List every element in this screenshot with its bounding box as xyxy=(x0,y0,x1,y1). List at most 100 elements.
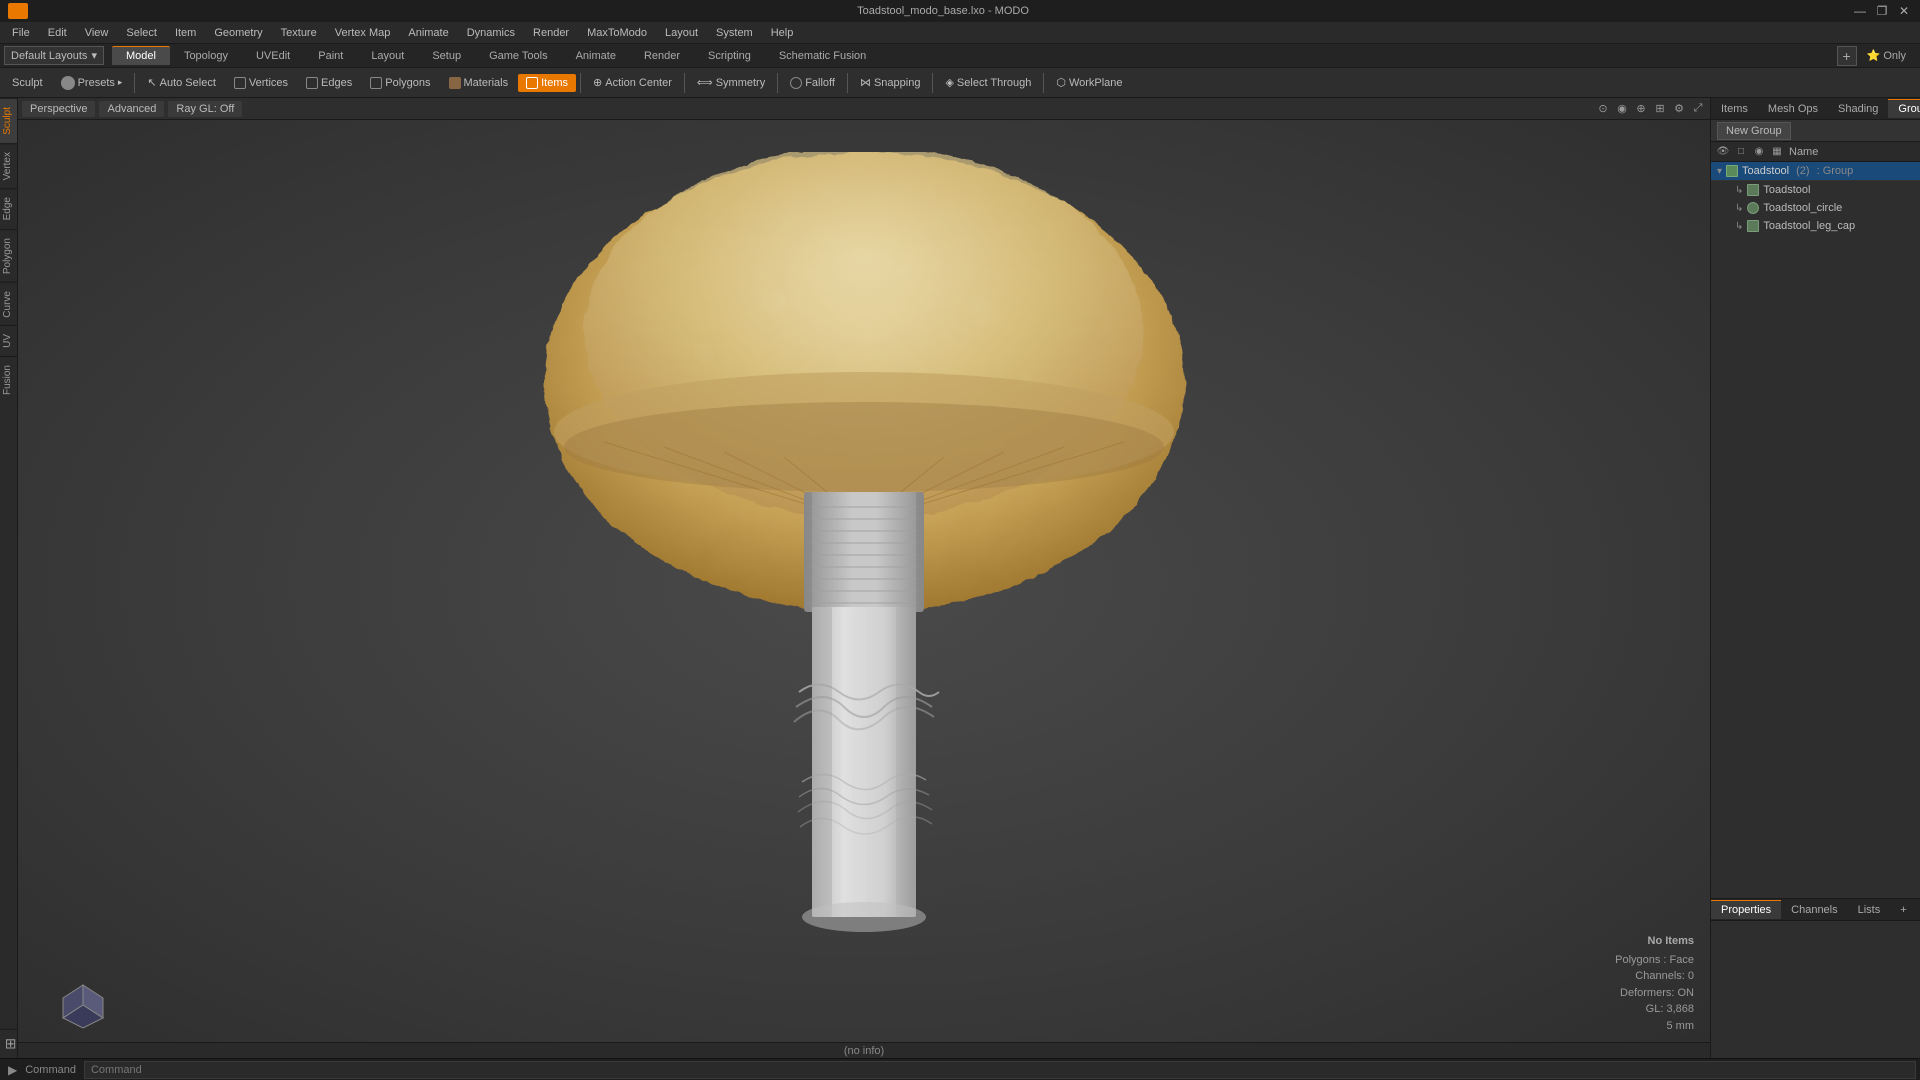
scene-list-name-col: Name xyxy=(1789,146,1916,158)
workplane-btn[interactable]: ⬡ WorkPlane xyxy=(1048,73,1130,92)
snapping-btn[interactable]: ⋈ Snapping xyxy=(852,73,929,92)
close-btn[interactable]: ✕ xyxy=(1896,4,1912,18)
rp-tab-meshops[interactable]: Mesh Ops xyxy=(1758,100,1828,118)
items-icon xyxy=(526,77,538,89)
new-group-button[interactable]: New Group xyxy=(1717,122,1791,140)
menu-item[interactable]: Item xyxy=(167,25,204,41)
tab-paint[interactable]: Paint xyxy=(304,47,357,65)
menu-animate[interactable]: Animate xyxy=(400,25,456,41)
scene-item-toadstool-leg-cap[interactable]: ↳ Toadstool_leg_cap xyxy=(1711,217,1920,235)
symmetry-btn[interactable]: ⟺ Symmetry xyxy=(689,73,773,92)
tab-render[interactable]: Render xyxy=(630,47,694,65)
edges-btn[interactable]: Edges xyxy=(298,74,360,92)
toolbar-sep-3 xyxy=(684,73,685,93)
minimize-btn[interactable]: — xyxy=(1852,4,1868,18)
rb-tab-properties[interactable]: Properties xyxy=(1711,900,1781,919)
tab-uvedit[interactable]: UVEdit xyxy=(242,47,304,65)
rb-tab-lists[interactable]: Lists xyxy=(1848,901,1891,919)
tab-model[interactable]: Model xyxy=(112,46,170,65)
rp-tab-groups[interactable]: Groups xyxy=(1888,99,1920,118)
layout-dropdown[interactable]: Default Layouts ▾ xyxy=(4,46,104,65)
left-tab-uv[interactable]: UV xyxy=(0,325,17,356)
tab-animate[interactable]: Animate xyxy=(562,47,630,65)
items-btn[interactable]: Items xyxy=(518,74,576,92)
materials-btn[interactable]: Materials xyxy=(441,74,517,92)
rb-tab-add[interactable]: + xyxy=(1890,901,1916,919)
menu-system[interactable]: System xyxy=(708,25,761,41)
command-input[interactable] xyxy=(84,1061,1916,1079)
scene-list-icon-eye[interactable]: 👁 xyxy=(1715,144,1731,160)
scene-item-toadstool-circle[interactable]: ↳ Toadstool_circle xyxy=(1711,199,1920,217)
viewport-icon-zoom[interactable]: ⊕ xyxy=(1633,101,1649,117)
stats-overlay: No Items Polygons : Face Channels: 0 Def… xyxy=(1615,933,1694,1034)
rb-tab-channels[interactable]: Channels xyxy=(1781,901,1847,919)
vertices-icon xyxy=(234,77,246,89)
scene-list-icon-render[interactable]: ◉ xyxy=(1751,144,1767,160)
toolbar-sep-7 xyxy=(1043,73,1044,93)
scene-item-toadstool[interactable]: ↳ Toadstool xyxy=(1711,181,1920,199)
menu-layout[interactable]: Layout xyxy=(657,25,706,41)
menu-dynamics[interactable]: Dynamics xyxy=(459,25,523,41)
menu-render[interactable]: Render xyxy=(525,25,577,41)
rp-tab-shading[interactable]: Shading xyxy=(1828,100,1888,118)
viewport-icon-settings[interactable]: ⚙ xyxy=(1671,101,1687,117)
tab-setup[interactable]: Setup xyxy=(418,47,475,65)
viewport-icon-render[interactable]: ◉ xyxy=(1614,101,1630,117)
item-name-toadstool: Toadstool xyxy=(1763,184,1810,196)
menu-texture[interactable]: Texture xyxy=(273,25,325,41)
vertices-label: Vertices xyxy=(249,77,288,89)
perspective-btn[interactable]: Perspective xyxy=(22,101,95,117)
auto-select-btn[interactable]: ↖ Auto Select xyxy=(139,73,223,92)
add-tab-button[interactable]: + xyxy=(1837,46,1857,66)
toolbar-sep-2 xyxy=(580,73,581,93)
menu-maxtomode[interactable]: MaxToModo xyxy=(579,25,655,41)
left-tab-bottom-icon[interactable]: ⊞ xyxy=(0,1029,17,1058)
menu-help[interactable]: Help xyxy=(763,25,802,41)
only-btn[interactable]: ⭐ Only xyxy=(1857,46,1916,65)
viewport-header-icons: ⊙ ◉ ⊕ ⊞ ⚙ ⤢ xyxy=(1595,101,1706,117)
right-bottom-panel: Properties Channels Lists + ⤢ xyxy=(1711,898,1920,1058)
left-tab-sculpt[interactable]: Sculpt xyxy=(0,98,17,143)
vertices-btn[interactable]: Vertices xyxy=(226,74,296,92)
rp-tab-items[interactable]: Items xyxy=(1711,100,1758,118)
action-center-btn[interactable]: ⊕ Action Center xyxy=(585,73,680,92)
menu-select[interactable]: Select xyxy=(118,25,165,41)
symmetry-label: Symmetry xyxy=(716,77,766,89)
polygons-btn[interactable]: Polygons xyxy=(362,74,438,92)
select-through-btn[interactable]: ◈ Select Through xyxy=(937,73,1039,92)
advanced-btn[interactable]: Advanced xyxy=(99,101,164,117)
tab-topology[interactable]: Topology xyxy=(170,47,242,65)
viewport-icon-grid[interactable]: ⊞ xyxy=(1652,101,1668,117)
falloff-btn[interactable]: Falloff xyxy=(782,74,843,92)
left-tab-edge[interactable]: Edge xyxy=(0,188,17,228)
menu-edit[interactable]: Edit xyxy=(40,25,75,41)
toolbar-sep-5 xyxy=(847,73,848,93)
bottom-bar-arrow[interactable]: ▶ xyxy=(4,1063,21,1077)
toolbar-sep-4 xyxy=(777,73,778,93)
menu-vertexmap[interactable]: Vertex Map xyxy=(327,25,399,41)
workplane-label: WorkPlane xyxy=(1069,77,1123,89)
scene-list-icon-mesh[interactable]: ▦ xyxy=(1769,144,1785,160)
scene-list-icon-lock[interactable]: □ xyxy=(1733,144,1749,160)
tab-schematic-fusion[interactable]: Schematic Fusion xyxy=(765,47,880,65)
menu-geometry[interactable]: Geometry xyxy=(206,25,270,41)
left-tab-polygon[interactable]: Polygon xyxy=(0,229,17,282)
menu-file[interactable]: File xyxy=(4,25,38,41)
tab-scripting[interactable]: Scripting xyxy=(694,47,765,65)
viewport-canvas[interactable]: No Items Polygons : Face Channels: 0 Def… xyxy=(18,120,1710,1042)
tab-game-tools[interactable]: Game Tools xyxy=(475,47,562,65)
scene-group-toadstool[interactable]: ▾ Toadstool (2) : Group xyxy=(1711,162,1920,181)
viewport-icon-expand[interactable]: ⤢ xyxy=(1690,101,1706,117)
viewport-icon-camera[interactable]: ⊙ xyxy=(1595,101,1611,117)
corner-orientation-cube[interactable] xyxy=(58,980,108,1030)
presets-btn[interactable]: Presets ▸ xyxy=(53,73,131,93)
tab-layout[interactable]: Layout xyxy=(357,47,418,65)
main-area: Sculpt Vertex Edge Polygon Curve UV Fusi… xyxy=(0,98,1920,1058)
left-tab-curve[interactable]: Curve xyxy=(0,282,17,326)
left-tab-vertex[interactable]: Vertex xyxy=(0,143,17,188)
maximize-btn[interactable]: ❐ xyxy=(1874,4,1890,18)
left-tab-fusion[interactable]: Fusion xyxy=(0,356,17,403)
ray-gl-btn[interactable]: Ray GL: Off xyxy=(168,101,242,117)
sculpt-btn[interactable]: Sculpt xyxy=(4,74,51,92)
menu-view[interactable]: View xyxy=(77,25,117,41)
